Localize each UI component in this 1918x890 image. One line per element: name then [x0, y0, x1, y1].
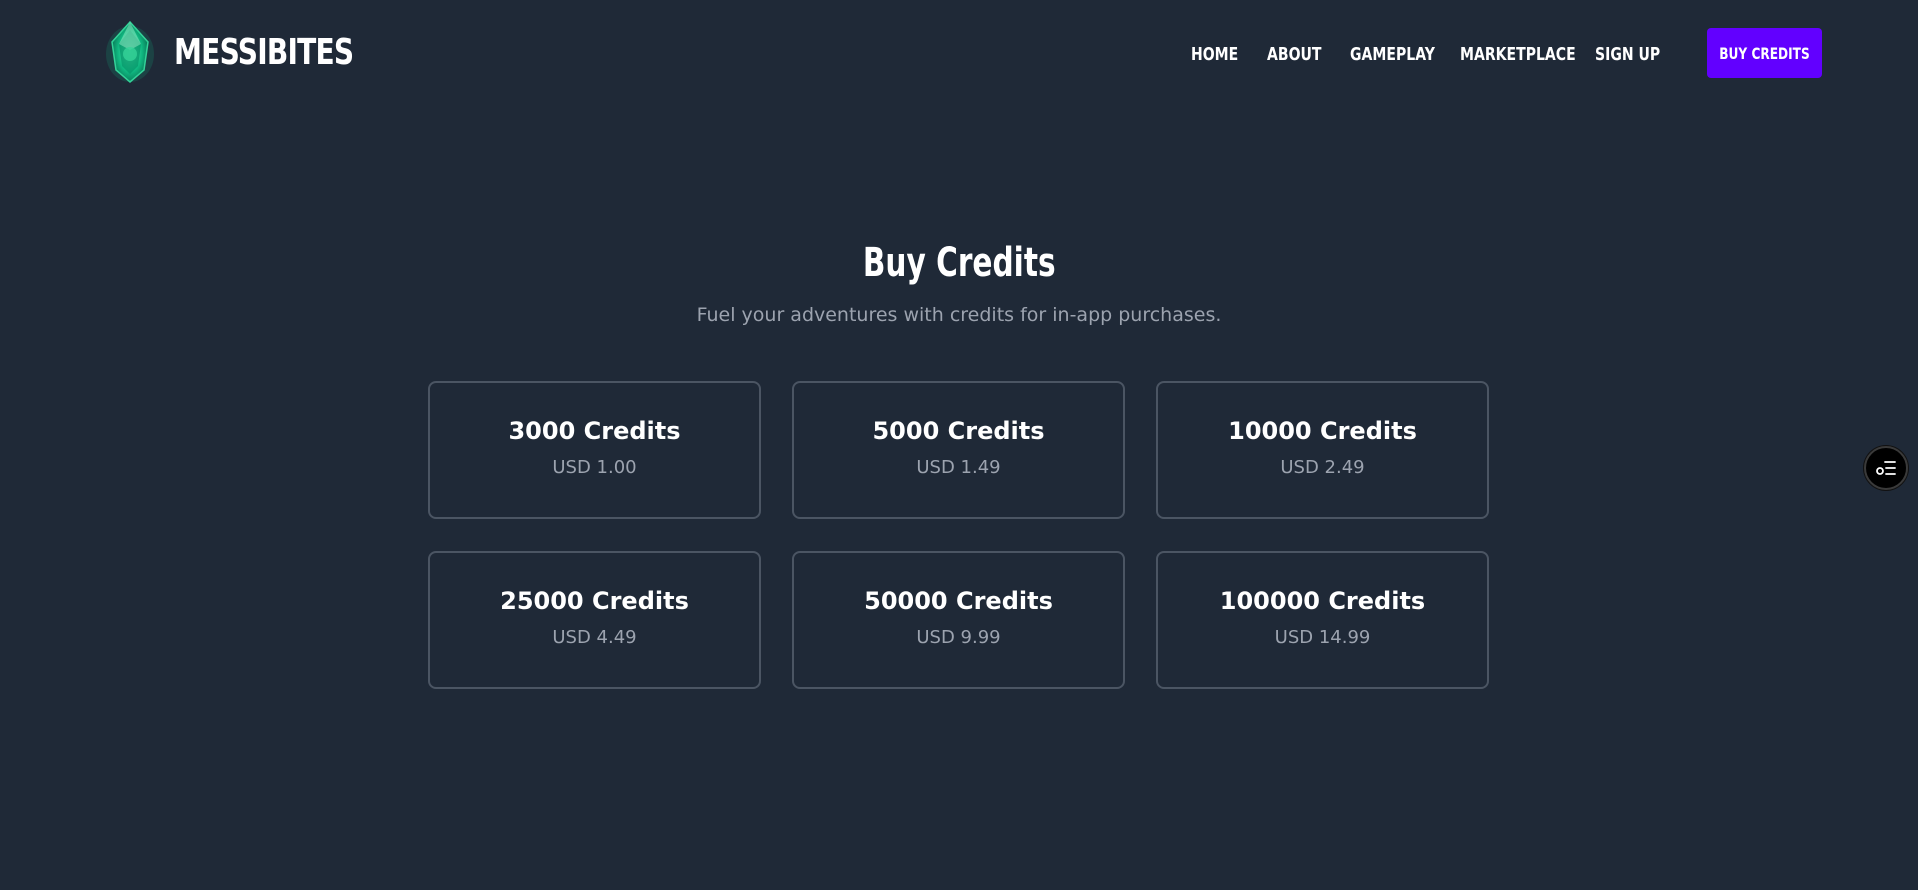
credit-package-card[interactable]: 100000 Credits USD 14.99: [1156, 551, 1489, 689]
package-credits: 3000 Credits: [508, 417, 681, 445]
nav-marketplace[interactable]: MARKETPLACE: [1460, 44, 1576, 65]
brand-name: MESSIBITES: [174, 31, 354, 73]
credit-packages: 3000 Credits USD 1.00 5000 Credits USD 1…: [428, 381, 1489, 689]
package-price: USD 4.49: [552, 627, 637, 648]
package-credits: 10000 Credits: [1228, 417, 1417, 445]
nav-sign-up[interactable]: SIGN UP: [1595, 44, 1660, 65]
credit-package-card[interactable]: 50000 Credits USD 9.99: [792, 551, 1125, 689]
page: MESSIBITES HOME ABOUT GAMEPLAY MARKETPLA…: [0, 0, 1918, 890]
package-price: USD 14.99: [1274, 627, 1371, 648]
floating-widget-button[interactable]: [1864, 446, 1908, 490]
buy-credits-button-label: BUY CREDITS: [1719, 43, 1810, 63]
package-price: USD 1.00: [552, 457, 637, 478]
site-header: MESSIBITES HOME ABOUT GAMEPLAY MARKETPLA…: [0, 0, 1918, 106]
package-credits: 25000 Credits: [500, 587, 689, 615]
nav-gameplay[interactable]: GAMEPLAY: [1350, 44, 1435, 65]
package-price: USD 9.99: [916, 627, 1001, 648]
package-price: USD 1.49: [916, 457, 1001, 478]
emerald-gem-icon: [106, 20, 154, 83]
credit-package-card[interactable]: 10000 Credits USD 2.49: [1156, 381, 1489, 519]
package-credits: 100000 Credits: [1219, 587, 1426, 615]
page-title: Buy Credits: [0, 240, 1918, 286]
credit-package-card[interactable]: 5000 Credits USD 1.49: [792, 381, 1125, 519]
credit-package-card[interactable]: 3000 Credits USD 1.00: [428, 381, 761, 519]
brand[interactable]: MESSIBITES: [104, 20, 404, 84]
package-price: USD 2.49: [1280, 457, 1365, 478]
nav-about[interactable]: ABOUT: [1267, 44, 1321, 65]
buy-credits-button[interactable]: BUY CREDITS: [1707, 28, 1822, 78]
package-credits: 5000 Credits: [872, 417, 1045, 445]
list-settings-icon: [1876, 461, 1896, 475]
credit-package-card[interactable]: 25000 Credits USD 4.49: [428, 551, 761, 689]
page-title-text: Buy Credits: [862, 240, 1056, 286]
nav-home[interactable]: HOME: [1191, 44, 1238, 65]
package-credits: 50000 Credits: [864, 587, 1053, 615]
page-subtitle: Fuel your adventures with credits for in…: [696, 304, 1222, 326]
